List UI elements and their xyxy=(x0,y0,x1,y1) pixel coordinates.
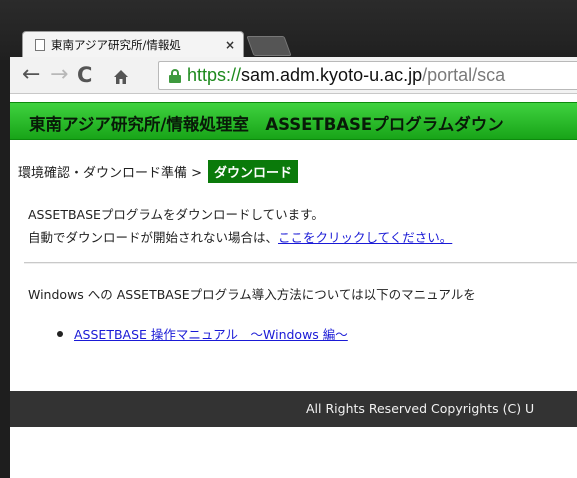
address-bar[interactable]: https://sam.adm.kyoto-u.ac.jp/portal/sca xyxy=(158,61,577,90)
url-scheme: https:// xyxy=(187,65,242,85)
browser-tab[interactable]: 東南アジア研究所/情報処 × xyxy=(22,31,244,57)
copyright-text: All Rights Reserved Copyrights (C) U xyxy=(306,401,535,416)
reload-icon[interactable]: C xyxy=(77,63,92,87)
breadcrumb-step-download: ダウンロード xyxy=(208,160,299,183)
back-icon[interactable]: ← xyxy=(22,63,40,87)
breadcrumb-step-prepare: 環境確認・ダウンロード準備 > xyxy=(18,166,203,181)
manual-download-link[interactable]: ここをクリックしてください。 xyxy=(278,230,452,245)
url-host: sam.adm.kyoto-u.ac.jp xyxy=(241,65,423,85)
forward-icon[interactable]: → xyxy=(50,63,68,87)
install-info-text: Windows への ASSETBASEプログラム導入方法については以下のマニュ… xyxy=(28,287,476,302)
manual-download-prefix: 自動でダウンロードが開始されない場合は、 xyxy=(28,230,279,245)
browser-toolbar: ← → C https://sam.adm.kyoto-u.ac.jp/port… xyxy=(10,57,577,94)
manual-download-line: 自動でダウンロードが開始されない場合は、ここをクリックしてください。 xyxy=(28,227,452,246)
url-text: https://sam.adm.kyoto-u.ac.jp/portal/sca xyxy=(187,65,505,86)
page-footer: All Rights Reserved Copyrights (C) U xyxy=(10,391,577,427)
divider xyxy=(24,262,577,264)
page-content: 東南アジア研究所/情報処理室 ASSETBASEプログラムダウン 環境確認・ダウ… xyxy=(10,94,577,478)
breadcrumb: 環境確認・ダウンロード準備 > ダウンロード xyxy=(18,160,299,183)
list-bullet xyxy=(57,331,63,337)
tab-title: 東南アジア研究所/情報処 xyxy=(51,37,181,52)
page-icon xyxy=(35,38,45,51)
page-title: 東南アジア研究所/情報処理室 ASSETBASEプログラムダウン xyxy=(29,115,504,134)
close-tab-icon[interactable]: × xyxy=(225,38,235,52)
home-icon[interactable] xyxy=(114,70,128,84)
new-tab-button[interactable] xyxy=(246,36,292,56)
window-titlebar: 東南アジア研究所/情報処 × xyxy=(0,0,577,60)
page-header-banner: 東南アジア研究所/情報処理室 ASSETBASEプログラムダウン xyxy=(10,102,577,140)
windows-manual-link[interactable]: ASSETBASE 操作マニュアル ～Windows 編～ xyxy=(74,324,348,343)
url-path: /portal/sca xyxy=(422,65,506,85)
lock-icon xyxy=(169,68,181,83)
download-status-text: ASSETBASEプログラムをダウンロードしています。 xyxy=(28,207,324,222)
